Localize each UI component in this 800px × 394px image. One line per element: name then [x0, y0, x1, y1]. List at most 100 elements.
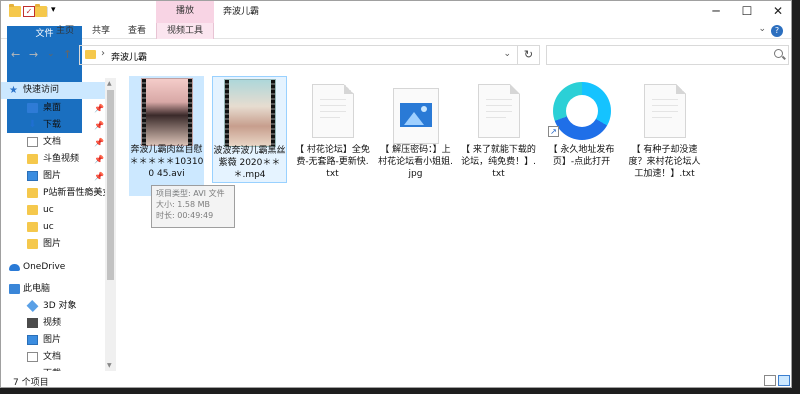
file-item[interactable]: 【 来了就能下载的论坛，纯免费！】.txt [461, 76, 536, 183]
text-file-icon [643, 84, 686, 138]
folder-icon [27, 205, 38, 215]
pin-icon[interactable]: 📌 [94, 100, 104, 117]
scroll-down-icon[interactable]: ▼ [107, 362, 112, 369]
nav-pc-downloads[interactable]: 下载 [1, 366, 105, 371]
file-item[interactable]: 波波奔波儿霸黑丝紫薇 2020＊＊＊.mp4 [212, 76, 287, 183]
pin-icon[interactable]: 📌 [94, 168, 104, 185]
nav-label: 下载 [43, 366, 61, 371]
nav-downloads[interactable]: ⬇ 下载 📌 [1, 117, 105, 134]
nav-folder[interactable]: 图片 [1, 236, 105, 253]
window-title: 奔波儿霸 [223, 7, 260, 17]
nav-pc-documents[interactable]: 文档 [1, 349, 105, 366]
minimize-button[interactable]: ─ [701, 1, 731, 23]
tooltip-duration: 时长: 00:49:49 [156, 211, 214, 220]
file-name: 【 村花论坛】全免费-无套路-更新快.txt [295, 145, 370, 179]
file-item[interactable]: ↗ 【 永久地址发布页】-点此打开 [544, 76, 619, 183]
help-icon[interactable]: ? [771, 25, 783, 37]
search-icon [774, 49, 783, 58]
file-name: 【 解压密码：】上村花论坛看小姐姐.jpg [378, 145, 453, 179]
cloud-icon [9, 264, 20, 271]
tab-video-tools[interactable]: 视频工具 [156, 23, 214, 39]
folder-icon [27, 154, 38, 164]
scrollbar-thumb[interactable] [107, 90, 114, 280]
large-icons-view-button[interactable] [778, 375, 790, 386]
tab-share[interactable]: 共享 [83, 23, 119, 39]
pin-icon[interactable]: 📌 [94, 117, 104, 134]
explorer-window: ✓ ▾ 播放 奔波儿霸 ─ ☐ ✕ 文件 主页 共享 查看 视频工具 ⌄ ? ←… [0, 0, 792, 388]
nav-folder[interactable]: P站新晋性瘾美女 [1, 185, 105, 202]
file-item[interactable]: 【 村花论坛】全免费-无套路-更新快.txt [295, 76, 370, 183]
status-bar: 7 个项目 [1, 373, 791, 387]
file-info-tooltip: 项目类型: AVI 文件 大小: 1.58 MB 时长: 00:49:49 [151, 185, 235, 228]
star-icon: ★ [9, 85, 18, 96]
video-icon [27, 318, 38, 328]
search-box[interactable] [546, 45, 789, 65]
details-view-button[interactable] [764, 375, 776, 386]
collapse-ribbon-icon[interactable]: ⌄ [758, 24, 766, 34]
properties-icon[interactable]: ✓ [23, 6, 35, 17]
nav-scrollbar[interactable]: ▲ ▼ [105, 78, 116, 371]
video-thumbnail [223, 79, 276, 147]
recent-locations-button[interactable]: ⌄ [47, 49, 55, 59]
nav-onedrive[interactable]: OneDrive [1, 259, 105, 276]
document-icon [27, 137, 38, 147]
close-button[interactable]: ✕ [763, 1, 791, 23]
nav-3d-objects[interactable]: 3D 对象 [1, 298, 105, 315]
nav-pc-pictures[interactable]: 图片 [1, 332, 105, 349]
video-thumbnail [140, 78, 193, 146]
scroll-up-icon[interactable]: ▲ [107, 80, 112, 87]
title-bar: ✓ ▾ 播放 奔波儿霸 ─ ☐ ✕ [1, 1, 791, 23]
breadcrumb-separator[interactable]: › [101, 48, 105, 59]
nav-label: uc [43, 222, 54, 232]
new-folder-icon[interactable] [35, 4, 47, 17]
nav-folder[interactable]: uc [1, 219, 105, 236]
refresh-button[interactable]: ↻ [518, 45, 540, 65]
forward-button[interactable]: → [29, 48, 38, 61]
file-item[interactable]: 【 有种子却没速度？来村花论坛人工加速！】.txt [627, 76, 702, 183]
nav-folder[interactable]: uc [1, 202, 105, 219]
pictures-icon [27, 171, 38, 181]
text-file-icon [311, 84, 354, 138]
folder-icon [27, 188, 38, 198]
up-button[interactable]: ↑ [63, 48, 72, 61]
ribbon-tabs: 文件 主页 共享 查看 视频工具 ⌄ ? [1, 23, 791, 133]
desktop-icon [27, 103, 38, 113]
nav-videos[interactable]: 视频 [1, 315, 105, 332]
shortcut-arrow-icon: ↗ [548, 126, 559, 137]
nav-pictures[interactable]: 图片 📌 [1, 168, 105, 185]
pin-icon[interactable]: 📌 [94, 151, 104, 168]
quick-access-dropdown-icon[interactable]: ▾ [51, 5, 63, 16]
nav-label: 图片 [43, 239, 62, 249]
tab-home[interactable]: 主页 [47, 23, 83, 39]
nav-this-pc[interactable]: 此电脑 [1, 281, 105, 298]
folder-icon [9, 4, 21, 17]
back-button[interactable]: ← [11, 48, 20, 61]
address-dropdown-icon[interactable]: ⌄ [503, 49, 511, 59]
file-name: 奔波儿霸肉丝自慰＊＊＊＊＊103100 45.avi [129, 145, 204, 179]
file-name: 【 有种子却没速度？来村花论坛人工加速！】.txt [628, 145, 701, 179]
browser-icon [552, 82, 611, 140]
tooltip-size: 大小: 1.58 MB [156, 200, 210, 209]
pin-icon[interactable]: 📌 [94, 134, 104, 151]
nav-label: 此电脑 [23, 284, 51, 294]
file-item[interactable]: 奔波儿霸肉丝自慰＊＊＊＊＊103100 45.avi [129, 76, 204, 196]
file-item[interactable]: 【 解压密码：】上村花论坛看小姐姐.jpg [378, 76, 453, 183]
computer-icon [9, 284, 20, 294]
address-bar[interactable]: › 奔波儿霸 ⌄ [79, 45, 518, 65]
nav-label: P站新晋性瘾美女 [43, 188, 105, 198]
nav-desktop[interactable]: 桌面 📌 [1, 100, 105, 117]
nav-documents[interactable]: 文档 📌 [1, 134, 105, 151]
text-file-icon [477, 84, 520, 138]
maximize-button[interactable]: ☐ [732, 1, 762, 23]
nav-label: 文档 [43, 352, 62, 362]
nav-label: 桌面 [43, 103, 62, 113]
nav-label: 图片 [43, 335, 62, 345]
nav-douyu-videos[interactable]: 斗鱼视频 📌 [1, 151, 105, 168]
folder-icon [85, 50, 96, 59]
pictures-icon [27, 335, 38, 345]
navigation-pane: ★ 快速访问 桌面 📌 ⬇ 下载 📌 文档 📌 斗鱼视频 📌 图片 📌 P站新晋… [1, 78, 116, 371]
breadcrumb-current[interactable]: 奔波儿霸 [111, 50, 147, 63]
tooltip-type: 项目类型: AVI 文件 [156, 189, 225, 198]
nav-quick-access[interactable]: ★ 快速访问 [1, 82, 105, 99]
tab-view[interactable]: 查看 [119, 23, 155, 39]
